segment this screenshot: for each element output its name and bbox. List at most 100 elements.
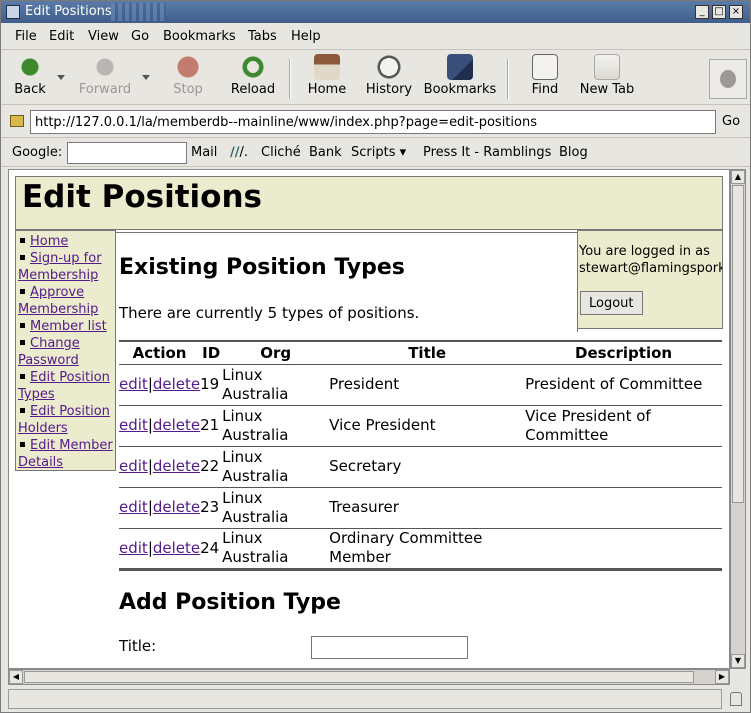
bookmarks-button[interactable]: Bookmarks	[423, 54, 497, 97]
title-input[interactable]	[311, 636, 468, 659]
vertical-scroll-thumb[interactable]	[732, 185, 744, 503]
login-user: stewart@flamingspork.c	[579, 261, 723, 276]
table-row: edit|delete 24 Linux Australia Ordinary Com…	[119, 528, 722, 571]
title-cell: Ordinary Committee Member	[329, 528, 526, 571]
edit-link[interactable]: edit	[119, 375, 148, 393]
home-button[interactable]: Home	[306, 54, 348, 97]
nav-edit-position-holders[interactable]: Edit Position Holders	[18, 404, 110, 436]
scroll-left-arrow-icon[interactable]: ◀	[9, 670, 23, 684]
org-cell: Linux Australia	[222, 405, 330, 447]
page-title: Edit Positions	[22, 179, 262, 215]
minimize-button[interactable]: _	[695, 5, 709, 19]
blog-link[interactable]: Blog	[559, 145, 588, 160]
slashdot-label: /.	[239, 145, 249, 160]
nav-sign-up[interactable]: Sign-up for Membership	[18, 251, 102, 283]
menu-edit[interactable]: Edit	[49, 29, 74, 44]
title-cell: Treasurer	[329, 487, 526, 529]
nav-member-list[interactable]: Member list	[30, 319, 107, 334]
column-header-id: ID	[200, 340, 223, 365]
title-cell: President	[329, 364, 526, 406]
history-clock-icon	[376, 54, 402, 80]
reload-button[interactable]: Reload	[230, 54, 276, 97]
google-label: Google:	[12, 145, 63, 160]
divider	[116, 232, 578, 233]
chevron-down-icon: ▾	[399, 145, 407, 160]
vertical-scrollbar[interactable]: ▲ ▼	[730, 169, 746, 669]
title-bar[interactable]: Edit Positions _ □ ×	[1, 1, 750, 23]
find-button[interactable]: Find	[530, 54, 560, 97]
security-lock-icon[interactable]	[730, 692, 742, 706]
bullet-icon	[20, 408, 25, 413]
horizontal-scroll-thumb[interactable]	[24, 671, 694, 683]
scroll-right-arrow-icon[interactable]: ▶	[715, 670, 729, 684]
new-tab-label: New Tab	[579, 82, 635, 97]
window-menu-icon[interactable]	[6, 5, 20, 19]
edit-link[interactable]: edit	[119, 498, 148, 516]
forward-button[interactable]: Forward	[78, 54, 132, 97]
menu-tabs[interactable]: Tabs	[248, 29, 277, 44]
main-content: Existing Position Types There are curren…	[116, 232, 722, 668]
login-status-box: You are logged in as stewart@flamingspor…	[577, 230, 723, 329]
add-type-heading: Add Position Type	[119, 590, 341, 615]
back-button[interactable]: Back	[12, 54, 48, 97]
page-proxy-icon[interactable]	[10, 115, 24, 127]
scripts-folder[interactable]: Scripts ▾	[351, 145, 406, 160]
bank-link[interactable]: Bank	[309, 145, 342, 160]
menu-go[interactable]: Go	[131, 29, 149, 44]
menu-help[interactable]: Help	[291, 29, 321, 44]
go-button[interactable]: Go	[722, 114, 740, 129]
edit-link[interactable]: edit	[119, 416, 148, 434]
stop-button[interactable]: Stop	[170, 54, 206, 97]
slashdot-link[interactable]: ∕∕/.	[230, 145, 248, 160]
browser-window: Edit Positions _ □ × File Edit View Go B…	[0, 0, 751, 713]
status-bar	[2, 687, 750, 712]
nav-change-password[interactable]: Change Password	[18, 336, 80, 368]
history-label: History	[365, 82, 413, 97]
delete-link[interactable]: delete	[153, 457, 200, 475]
mail-link[interactable]: Mail	[191, 145, 217, 160]
delete-link[interactable]: delete	[153, 539, 200, 557]
stop-icon	[175, 54, 201, 80]
bullet-icon	[20, 255, 25, 260]
id-cell: 21	[200, 405, 223, 447]
logout-button[interactable]: Logout	[580, 291, 643, 315]
nav-edit-position-types[interactable]: Edit Position Types	[18, 370, 110, 402]
history-button[interactable]: History	[365, 54, 413, 97]
status-text-field	[8, 689, 722, 709]
slashdot-icon: ∕∕	[230, 145, 240, 160]
throbber-icon	[709, 59, 747, 99]
menu-file[interactable]: File	[15, 29, 37, 44]
edit-link[interactable]: edit	[119, 539, 148, 557]
nav-edit-member-details[interactable]: Edit Member Details	[18, 438, 113, 470]
forward-history-dropdown[interactable]	[142, 75, 150, 80]
nav-home[interactable]: Home	[30, 234, 68, 249]
bullet-icon	[20, 238, 25, 243]
menu-bar: File Edit View Go Bookmarks Tabs Help	[2, 24, 750, 50]
menu-bookmarks[interactable]: Bookmarks	[163, 29, 236, 44]
delete-link[interactable]: delete	[153, 375, 200, 393]
scroll-up-arrow-icon[interactable]: ▲	[731, 170, 745, 184]
stop-label: Stop	[173, 82, 203, 97]
url-input[interactable]	[30, 110, 716, 134]
description-cell: Vice President of Committee	[525, 405, 722, 447]
id-cell: 23	[200, 487, 223, 529]
position-count-text: There are currently 5 types of positions…	[119, 304, 420, 322]
pressit-link[interactable]: Press It - Ramblings	[423, 145, 551, 160]
edit-link[interactable]: edit	[119, 457, 148, 475]
scroll-down-arrow-icon[interactable]: ▼	[731, 654, 745, 668]
horizontal-scrollbar[interactable]: ◀ ▶	[8, 669, 730, 685]
back-history-dropdown[interactable]	[57, 75, 65, 80]
google-search-input[interactable]	[67, 142, 187, 164]
nav-approve-membership[interactable]: Approve Membership	[18, 285, 98, 317]
menu-view[interactable]: View	[88, 29, 119, 44]
maximize-button[interactable]: □	[712, 5, 726, 19]
cliche-link[interactable]: Cliché	[261, 145, 301, 160]
description-cell	[525, 446, 722, 488]
title-cell: Vice President	[329, 405, 526, 447]
org-cell: Linux Australia	[222, 487, 330, 529]
new-tab-button[interactable]: New Tab	[579, 54, 635, 97]
action-cell: edit|delete	[119, 528, 201, 571]
delete-link[interactable]: delete	[153, 416, 200, 434]
delete-link[interactable]: delete	[153, 498, 200, 516]
close-button[interactable]: ×	[729, 5, 743, 19]
